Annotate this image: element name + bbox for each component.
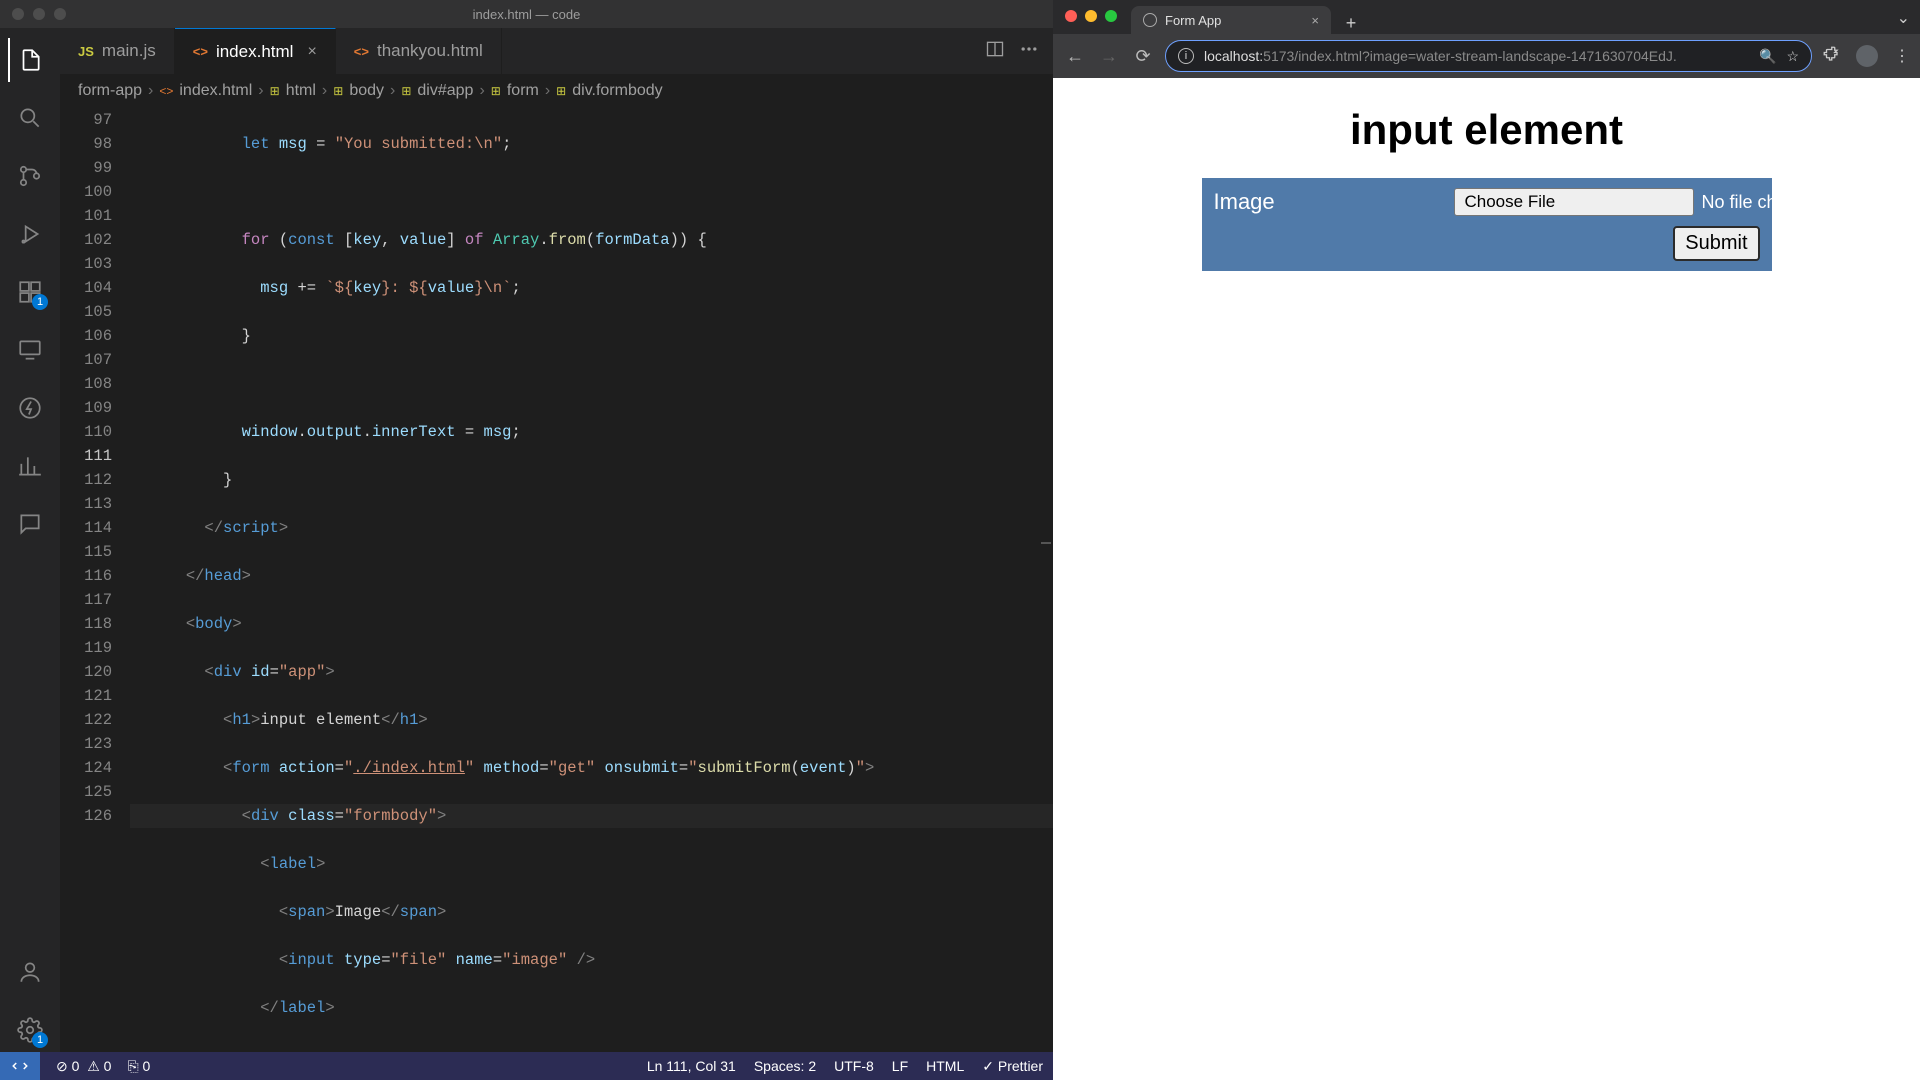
browser-window-controls[interactable] (1065, 10, 1117, 22)
code-source[interactable]: let msg = "You submitted:\n"; for (const… (130, 108, 1053, 1052)
crumb[interactable]: html (286, 82, 316, 100)
status-eol[interactable]: LF (892, 1058, 908, 1074)
page-heading: input element (1083, 106, 1890, 154)
form-body: Image Choose File No file chosen Submit (1202, 178, 1772, 271)
bookmark-icon[interactable]: ☆ (1786, 48, 1799, 65)
source-control-icon[interactable] (8, 154, 52, 198)
vscode-window: index.html — code 1 (0, 0, 1053, 1080)
tab-label: thankyou.html (377, 41, 483, 61)
choose-file-button[interactable]: Choose File (1454, 188, 1694, 216)
extensions-icon[interactable] (1822, 45, 1840, 68)
page-viewport: input element Image Choose File No file … (1053, 78, 1920, 1080)
chart-icon[interactable] (8, 444, 52, 488)
tab-thankyou-html[interactable]: <> thankyou.html (336, 28, 502, 74)
site-info-icon[interactable]: i (1178, 48, 1194, 64)
explorer-icon[interactable] (8, 38, 52, 82)
browser-window: Form App × + ⌄ ← → ⟳ i localhost:5173/in… (1053, 0, 1920, 1080)
crumb[interactable]: form (507, 82, 539, 100)
remote-explorer-icon[interactable] (8, 328, 52, 372)
crumb[interactable]: body (349, 82, 384, 100)
new-tab-button[interactable]: + (1337, 13, 1365, 34)
tab-main-js[interactable]: JS main.js (60, 28, 175, 74)
line-gutter: 9798991001011021031041051061071081091101… (60, 108, 130, 1052)
breadcrumb[interactable]: form-app› <>index.html› ⊞html› ⊞body› ⊞d… (60, 74, 1053, 108)
window-controls[interactable] (12, 8, 66, 20)
close-icon[interactable]: × (1311, 13, 1319, 28)
status-problems[interactable]: ⊘ 0 ⚠ 0 (56, 1058, 111, 1075)
status-lang[interactable]: HTML (926, 1058, 964, 1074)
status-encoding[interactable]: UTF-8 (834, 1058, 874, 1074)
chevron-down-icon[interactable]: ⌄ (1897, 8, 1910, 28)
editor-tabs: JS main.js <> index.html × <> thankyou.h… (60, 28, 1053, 74)
status-cursor[interactable]: Ln 111, Col 31 (647, 1058, 736, 1074)
search-icon[interactable] (8, 96, 52, 140)
tab-label: main.js (102, 41, 156, 61)
search-icon[interactable]: 🔍 (1759, 48, 1776, 65)
split-editor-icon[interactable] (985, 39, 1005, 64)
editor: JS main.js <> index.html × <> thankyou.h… (60, 28, 1053, 1052)
address-bar[interactable]: i localhost:5173/index.html?image=water-… (1165, 40, 1812, 72)
status-prettier[interactable]: Prettier (982, 1058, 1043, 1075)
extensions-icon[interactable]: 1 (8, 270, 52, 314)
minimap-marker (1041, 542, 1051, 544)
profile-avatar[interactable] (1856, 45, 1878, 67)
browser-tab-title: Form App (1165, 13, 1221, 28)
file-status: No file chosen (1702, 192, 1920, 213)
account-icon[interactable] (8, 950, 52, 994)
status-ports[interactable]: ⎘ 0 (127, 1058, 150, 1075)
file-input[interactable]: Choose File No file chosen (1454, 188, 1920, 216)
globe-icon (1143, 13, 1157, 27)
forward-button[interactable]: → (1097, 46, 1121, 67)
settings-icon[interactable]: 1 (8, 1008, 52, 1052)
run-debug-icon[interactable] (8, 212, 52, 256)
html-icon: <> (354, 44, 369, 59)
activity-bar: 1 1 (0, 28, 60, 1052)
html-icon: <> (193, 44, 208, 59)
browser-tab-strip: Form App × + ⌄ (1053, 0, 1920, 34)
crumb[interactable]: index.html (179, 82, 252, 100)
tab-index-html[interactable]: <> index.html × (175, 28, 336, 74)
status-spaces[interactable]: Spaces: 2 (754, 1058, 816, 1074)
status-bar: ⊘ 0 ⚠ 0 ⎘ 0 Ln 111, Col 31 Spaces: 2 UTF… (0, 1052, 1053, 1080)
vscode-titlebar: index.html — code (0, 0, 1053, 28)
more-icon[interactable] (1019, 39, 1039, 64)
js-icon: JS (78, 44, 94, 59)
menu-icon[interactable]: ⋮ (1894, 46, 1910, 66)
back-button[interactable]: ← (1063, 46, 1087, 67)
browser-tab[interactable]: Form App × (1131, 6, 1331, 34)
extensions-badge: 1 (32, 294, 48, 310)
image-label[interactable]: Image Choose File No file chosen (1214, 188, 1760, 216)
comment-icon[interactable] (8, 502, 52, 546)
crumb[interactable]: div.formbody (572, 82, 662, 100)
window-title: index.html — code (473, 7, 581, 22)
field-label: Image (1214, 189, 1454, 215)
thunder-icon[interactable] (8, 386, 52, 430)
close-icon[interactable]: × (307, 43, 316, 61)
settings-badge: 1 (32, 1032, 48, 1048)
tab-label: index.html (216, 42, 293, 62)
submit-button[interactable]: Submit (1673, 226, 1759, 261)
crumb[interactable]: form-app (78, 82, 142, 100)
reload-button[interactable]: ⟳ (1131, 46, 1155, 67)
crumb[interactable]: div#app (417, 82, 473, 100)
code-editor[interactable]: 9798991001011021031041051061071081091101… (60, 108, 1053, 1052)
url-text: localhost:5173/index.html?image=water-st… (1204, 48, 1749, 64)
remote-indicator[interactable] (0, 1052, 40, 1080)
browser-toolbar: ← → ⟳ i localhost:5173/index.html?image=… (1053, 34, 1920, 78)
